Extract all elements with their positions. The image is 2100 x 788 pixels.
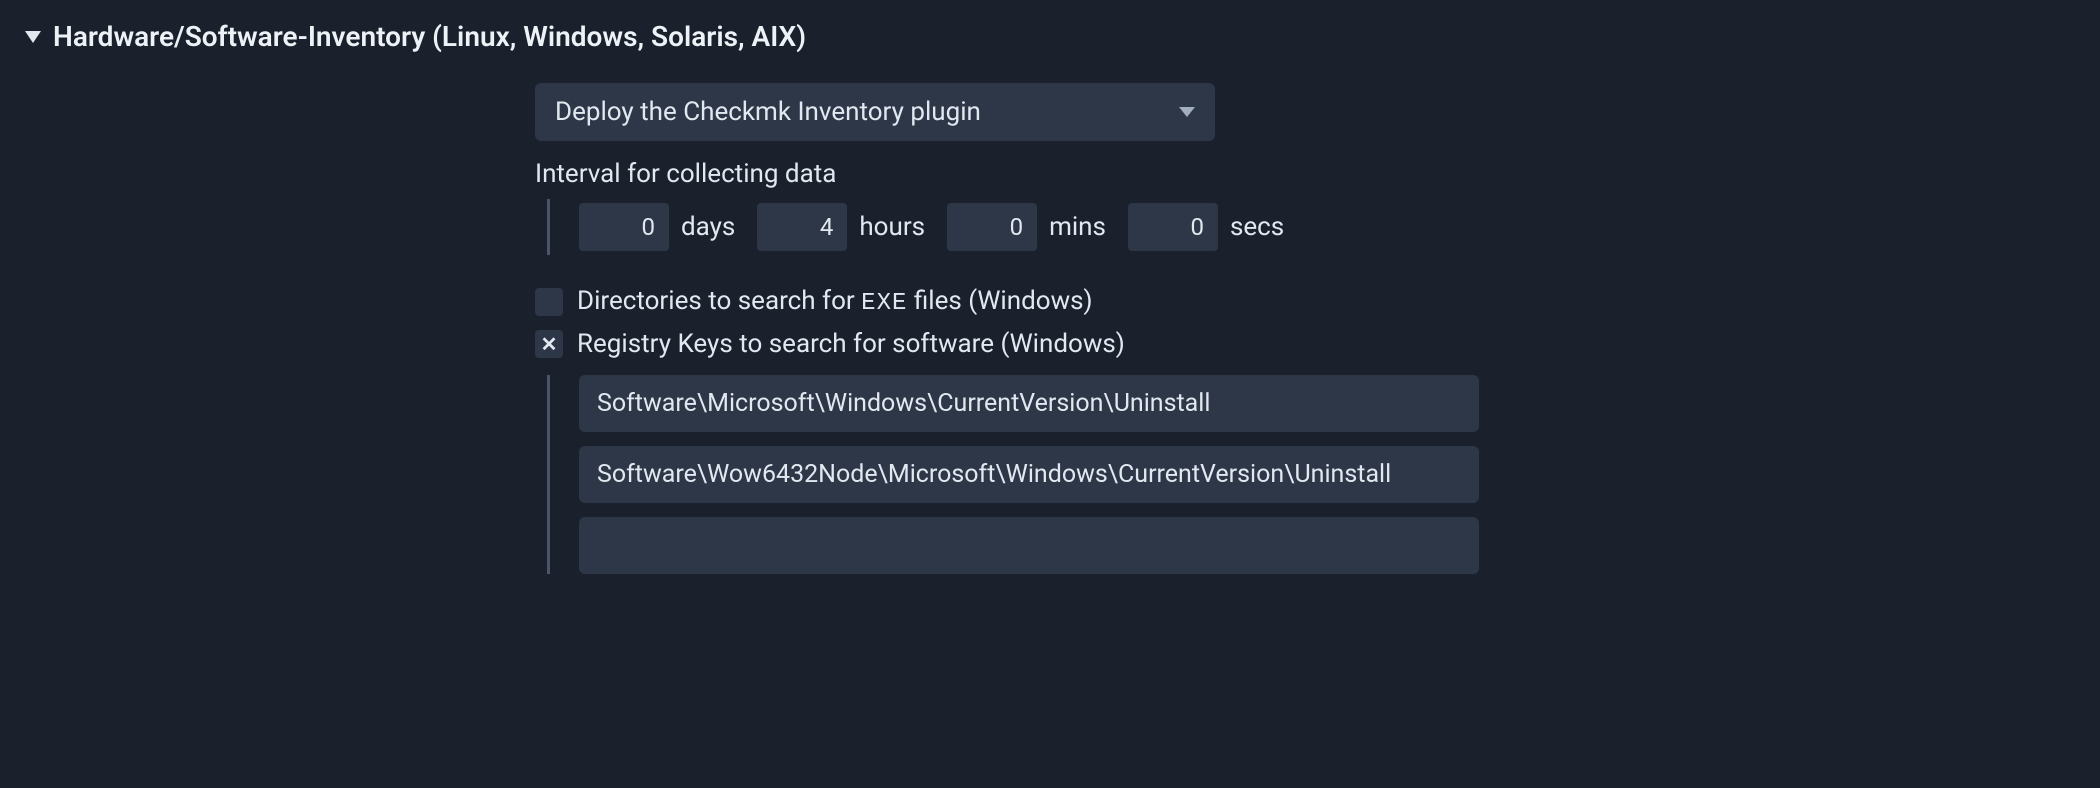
- section-header[interactable]: Hardware/Software-Inventory (Linux, Wind…: [25, 20, 2075, 53]
- section-content: Deploy the Checkmk Inventory plugin Inte…: [535, 83, 2075, 574]
- interval-label: Interval for collecting data: [535, 159, 2075, 189]
- mins-unit: mins: [1049, 212, 1106, 242]
- exe-dirs-label: Directories to search for EXE files (Win…: [577, 286, 1093, 317]
- hours-input[interactable]: [757, 203, 847, 251]
- exe-dirs-option: Directories to search for EXE files (Win…: [535, 286, 2075, 317]
- registry-keys-checkbox[interactable]: [535, 330, 563, 358]
- exe-label-before: Directories to search for: [577, 286, 861, 316]
- hours-unit: hours: [859, 212, 925, 242]
- deploy-dropdown[interactable]: Deploy the Checkmk Inventory plugin: [535, 83, 1215, 141]
- exe-label-after: files (Windows): [907, 286, 1092, 316]
- registry-key-input-1[interactable]: [579, 446, 1479, 503]
- days-unit: days: [681, 212, 735, 242]
- collapse-icon: [25, 31, 41, 43]
- exe-dirs-checkbox[interactable]: [535, 288, 563, 316]
- registry-key-input-0[interactable]: [579, 375, 1479, 432]
- registry-key-input-2[interactable]: [579, 517, 1479, 574]
- exe-label-code: EXE: [861, 290, 907, 317]
- mins-input[interactable]: [947, 203, 1037, 251]
- secs-unit: secs: [1230, 212, 1284, 242]
- registry-keys-label: Registry Keys to search for software (Wi…: [577, 329, 1125, 359]
- secs-input[interactable]: [1128, 203, 1218, 251]
- section-title: Hardware/Software-Inventory (Linux, Wind…: [53, 20, 806, 53]
- chevron-down-icon: [1179, 107, 1195, 117]
- registry-keys-list: [535, 375, 2075, 574]
- deploy-dropdown-value: Deploy the Checkmk Inventory plugin: [555, 97, 981, 127]
- inventory-section: Hardware/Software-Inventory (Linux, Wind…: [0, 0, 2100, 608]
- interval-row: days hours mins secs: [535, 203, 2075, 251]
- registry-keys-option: Registry Keys to search for software (Wi…: [535, 329, 2075, 359]
- days-input[interactable]: [579, 203, 669, 251]
